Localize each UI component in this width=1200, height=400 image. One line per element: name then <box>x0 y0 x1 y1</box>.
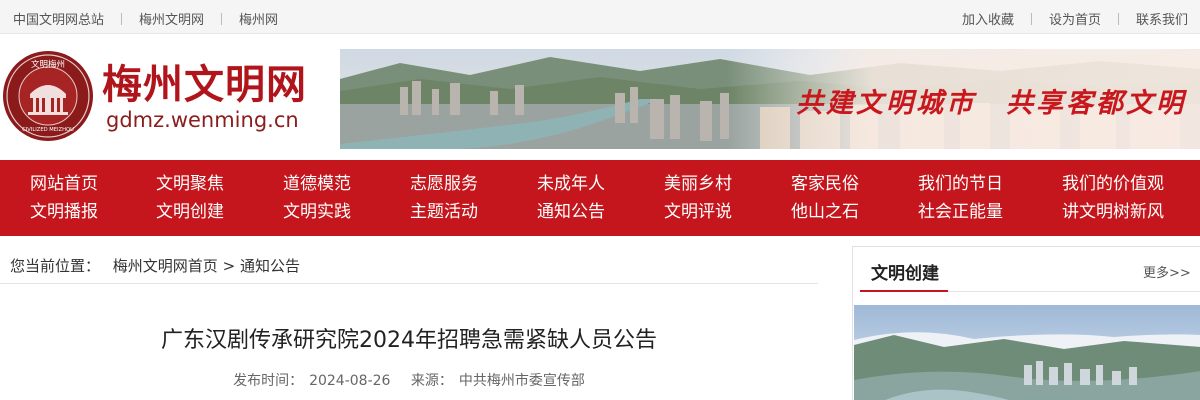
link-meizhou-wenming[interactable]: 梅州文明网 <box>139 9 204 28</box>
source-label: 来源： <box>410 373 453 389</box>
nav-home[interactable]: 网站首页 <box>30 169 98 194</box>
nav-moral-models[interactable]: 道德模范 <box>283 169 351 194</box>
aerial-city-photo <box>854 305 1200 400</box>
breadcrumb-separator: > <box>222 257 236 275</box>
nav-notices[interactable]: 通知公告 <box>537 197 605 222</box>
divider <box>121 12 123 25</box>
sidebar-more-link[interactable]: 更多>> <box>1143 262 1191 281</box>
nav-new-customs[interactable]: 讲文明树新风 <box>1062 197 1164 222</box>
top-utility-bar: 中国文明网总站 梅州文明网 梅州网 加入收藏 设为首页 联系我们 <box>0 0 1200 34</box>
sidebar-title: 文明创建 <box>871 264 939 284</box>
breadcrumb-home-link[interactable]: 梅州文明网首页 <box>113 257 218 275</box>
sidebar-feature-image[interactable] <box>854 305 1200 400</box>
slogan-1: 共建文明城市 <box>796 88 976 119</box>
set-homepage-link[interactable]: 设为首页 <box>1049 9 1101 28</box>
link-wenming-main[interactable]: 中国文明网总站 <box>13 9 104 28</box>
city-banner: 共建文明城市 共享客都文明 <box>340 49 1200 149</box>
article-title: 广东汉剧传承研究院2024年招聘急需紧缺人员公告 <box>161 328 657 353</box>
nav-positive-energy[interactable]: 社会正能量 <box>918 197 1003 222</box>
divider <box>1117 12 1119 25</box>
nav-other-mountains[interactable]: 他山之石 <box>791 197 859 222</box>
nav-civilization-broadcast[interactable]: 文明播报 <box>30 197 98 222</box>
site-header: 文明梅州 CIVILIZED MEIZHOU 梅州文明网 gdmz.wenmin… <box>0 34 1200 160</box>
top-right-links: 加入收藏 设为首页 联系我们 <box>962 9 1188 28</box>
nav-civilization-creation[interactable]: 文明创建 <box>156 197 224 222</box>
emblem-top-text: 文明梅州 <box>31 59 65 70</box>
breadcrumb-prefix: 您当前位置： <box>10 257 101 275</box>
sidebar-divider <box>948 291 1200 292</box>
slogan-2: 共享客都文明 <box>1006 88 1186 119</box>
publish-date: 2024-08-26 <box>309 373 391 389</box>
nav-our-values[interactable]: 我们的价值观 <box>1062 169 1164 194</box>
nav-civilization-practice[interactable]: 文明实践 <box>283 197 351 222</box>
nav-civilization-commentary[interactable]: 文明评说 <box>664 197 732 222</box>
nav-our-festivals[interactable]: 我们的节日 <box>918 169 1003 194</box>
emblem-bottom-text: CIVILIZED MEIZHOU <box>22 127 74 133</box>
nav-hakka-customs[interactable]: 客家民俗 <box>791 169 859 194</box>
breadcrumb-current-link[interactable]: 通知公告 <box>240 257 300 275</box>
nav-theme-activities[interactable]: 主题活动 <box>410 197 478 222</box>
site-domain: gdmz.wenming.cn <box>106 108 299 132</box>
contact-us-link[interactable]: 联系我们 <box>1136 9 1188 28</box>
divider <box>1030 12 1032 25</box>
publish-date-label: 发布时间： <box>233 373 304 389</box>
site-emblem-logo[interactable]: 文明梅州 CIVILIZED MEIZHOU <box>2 50 94 142</box>
link-meizhou-net[interactable]: 梅州网 <box>239 9 278 28</box>
nav-minors[interactable]: 未成年人 <box>537 169 605 194</box>
nav-volunteer-service[interactable]: 志愿服务 <box>410 169 478 194</box>
breadcrumb: 您当前位置： 梅州文明网首页 > 通知公告 <box>0 246 818 284</box>
nav-beautiful-village[interactable]: 美丽乡村 <box>664 169 732 194</box>
sidebar-title-underline <box>860 290 948 292</box>
site-name[interactable]: 梅州文明网 <box>102 52 307 110</box>
nav-civilization-focus[interactable]: 文明聚焦 <box>156 169 224 194</box>
sidebar-civilization-creation: 文明创建 更多>> <box>852 246 1200 400</box>
banner-slogan: 共建文明城市 共享客都文明 <box>766 81 1186 120</box>
add-favorite-link[interactable]: 加入收藏 <box>962 9 1014 28</box>
top-left-links: 中国文明网总站 梅州文明网 梅州网 <box>13 9 278 28</box>
divider <box>221 12 223 25</box>
main-navigation: 网站首页 文明聚焦 道德模范 志愿服务 未成年人 美丽乡村 客家民俗 我们的节日… <box>0 160 1200 236</box>
source-value: 中共梅州市委宣传部 <box>458 373 585 389</box>
article-meta: 发布时间： 2024-08-26 来源： 中共梅州市委宣传部 <box>0 370 818 390</box>
